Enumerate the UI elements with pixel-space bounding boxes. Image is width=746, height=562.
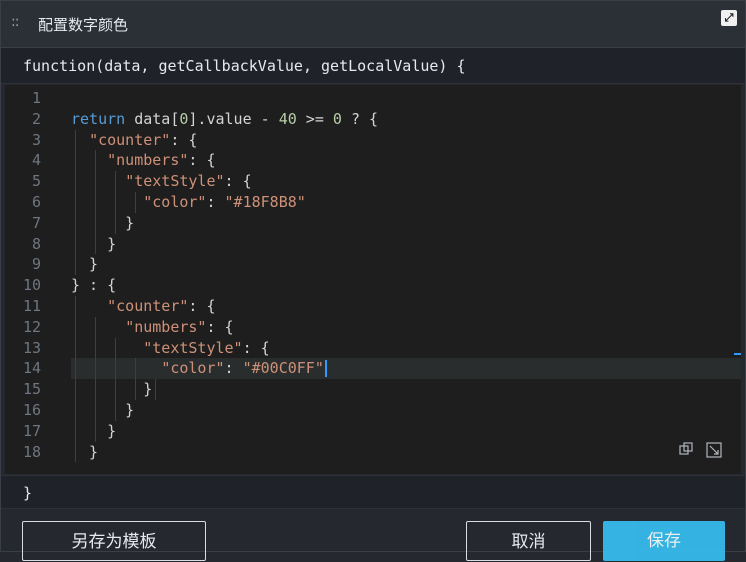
- code-line[interactable]: "counter": {: [71, 296, 215, 317]
- line-number: 17: [22, 421, 41, 440]
- code-line[interactable]: "textStyle": {: [71, 338, 269, 359]
- line-number: 10: [22, 276, 41, 295]
- code-line[interactable]: }: [71, 442, 98, 463]
- fullscreen-icon[interactable]: ⤢: [721, 10, 737, 26]
- line-number: 9: [31, 255, 41, 274]
- function-header: function(data, getCallbackValue, getLoca…: [1, 48, 745, 84]
- line-number: 12: [22, 317, 41, 336]
- code-line[interactable]: } : {: [71, 275, 116, 296]
- code-line[interactable]: "counter": {: [71, 130, 197, 151]
- dialog-titlebar[interactable]: :: 配置数字颜色 ⤢: [1, 1, 745, 48]
- line-number: 11: [22, 297, 41, 315]
- line-number: 18: [22, 442, 41, 461]
- code-line[interactable]: return data[0].value - 40 >= 0 ? {: [71, 109, 378, 130]
- code-line[interactable]: }: [71, 234, 116, 255]
- line-number: 8: [31, 234, 41, 253]
- drag-handle-icon[interactable]: ::: [11, 14, 20, 30]
- code-line[interactable]: "textStyle": {: [71, 171, 251, 192]
- function-footer: }: [1, 475, 745, 509]
- line-number: 16: [22, 401, 41, 419]
- line-number: 5: [31, 172, 41, 191]
- line-number: 4: [31, 151, 41, 170]
- line-number: 3: [31, 130, 41, 149]
- code-line[interactable]: "numbers": {: [71, 150, 215, 171]
- code-line[interactable]: "color": "#00C0FF": [71, 358, 327, 379]
- line-number-gutter: 1 2 3 4 5 6 7 8 9 10 11 12 13 14 15 16 17 18: [5, 85, 55, 474]
- line-number: 7: [31, 213, 41, 232]
- code-line[interactable]: "numbers": {: [71, 317, 233, 338]
- line-number: 13: [22, 338, 41, 357]
- line-number: 1: [31, 89, 41, 107]
- code-line[interactable]: "color": "#18F8B8": [71, 192, 306, 213]
- line-number: 15: [22, 380, 41, 399]
- code-line[interactable]: }: [71, 254, 98, 275]
- scroll-position-marker: [734, 353, 741, 355]
- copy-icon[interactable]: [677, 442, 695, 460]
- config-number-color-dialog: :: 配置数字颜色 ⤢ function(data, getCallbackVa…: [0, 0, 746, 561]
- line-number: 2: [31, 109, 41, 128]
- code-line[interactable]: }: [71, 400, 134, 421]
- editor-tools: [677, 442, 723, 460]
- save-button[interactable]: 保存: [603, 521, 725, 561]
- line-number: 14: [22, 359, 41, 378]
- text-cursor: [324, 360, 327, 378]
- code-line[interactable]: }: [71, 379, 152, 400]
- line-number: 6: [31, 193, 41, 211]
- code-line[interactable]: }: [71, 421, 116, 442]
- indent-guide: [155, 379, 156, 400]
- dialog-title: 配置数字颜色: [38, 16, 129, 34]
- code-editor[interactable]: 1 2 3 4 5 6 7 8 9 10 11 12 13 14 15 16 17 18 return data[…: [5, 85, 741, 474]
- save-as-template-button[interactable]: 另存为模板: [22, 521, 206, 561]
- expand-icon[interactable]: [705, 442, 723, 460]
- code-line[interactable]: }: [71, 213, 134, 234]
- cancel-button[interactable]: 取消: [466, 521, 591, 561]
